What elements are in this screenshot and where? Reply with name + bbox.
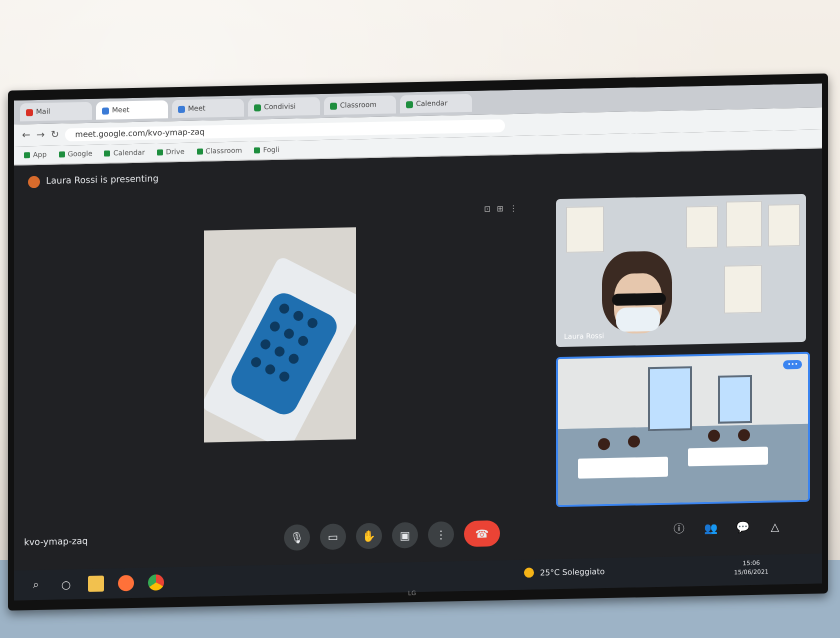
bookmark-icon: [58, 151, 65, 158]
bookmark-item[interactable]: Drive: [156, 147, 185, 157]
bookmark-item[interactable]: Classroom: [196, 146, 243, 156]
bookmark-label: Fogli: [263, 145, 280, 155]
taskbar-clock[interactable]: 15:06 15/06/2021: [734, 559, 769, 578]
tab-favicon-icon: [254, 103, 261, 111]
browser-tab[interactable]: Condivisi: [248, 97, 320, 117]
browser-tab[interactable]: Mail: [20, 101, 92, 122]
tab-label: Condivisi: [264, 102, 296, 112]
participant-tile-classroom[interactable]: •••: [556, 351, 810, 508]
search-icon[interactable]: ⌕: [28, 577, 44, 593]
people-icon[interactable]: 👥: [701, 518, 721, 538]
tab-favicon-icon: [26, 108, 33, 116]
back-icon[interactable]: ←: [22, 130, 30, 141]
tab-label: Calendar: [416, 99, 448, 109]
camera-button[interactable]: ▭: [320, 523, 346, 551]
browser-tab[interactable]: Calendar: [400, 93, 472, 114]
clock-date: 15/06/2021: [734, 568, 769, 577]
presenter-avatar: [28, 175, 40, 189]
bookmark-icon: [196, 148, 203, 155]
participant-tiles: Laura Rossi •••: [556, 193, 810, 529]
hangup-button[interactable]: ☎: [464, 520, 500, 548]
present-button[interactable]: ▣: [392, 522, 418, 549]
bookmark-icon: [104, 150, 111, 157]
tv-brand-logo: LG: [408, 590, 416, 598]
weather-text: 25°C Soleggiato: [540, 566, 605, 577]
folder-icon[interactable]: [88, 575, 104, 592]
raise-hand-button[interactable]: ✋: [356, 522, 382, 550]
tab-favicon-icon: [102, 106, 109, 115]
side-controls: ⓘ 👥 💬 △: [669, 516, 785, 538]
tab-label: Meet: [188, 104, 206, 113]
browser-tab[interactable]: Meet: [96, 100, 168, 120]
bookmark-label: Google: [67, 149, 93, 159]
bookmark-label: Calendar: [113, 148, 145, 158]
tab-favicon-icon: [406, 100, 413, 108]
browser-tab[interactable]: Meet: [172, 98, 244, 119]
television: Mail Meet Meet Condivisi Classroom Calendar ←…: [8, 73, 828, 611]
weather-widget[interactable]: 25°C Soleggiato: [524, 566, 605, 578]
presentation-area: ⊡⊞⋮: [24, 191, 544, 482]
bookmark-item[interactable]: Fogli: [254, 146, 279, 155]
participant-mask: [616, 306, 660, 332]
tile-badge: •••: [783, 359, 802, 370]
tab-label: Mail: [36, 107, 51, 117]
shared-photo: [204, 227, 356, 443]
browser-tab[interactable]: Classroom: [324, 95, 396, 115]
bookmark-icon: [24, 152, 30, 159]
tv-screen: Mail Meet Meet Condivisi Classroom Calendar ←…: [14, 83, 822, 601]
presenting-banner: Laura Rossi is presenting: [28, 173, 159, 189]
presenting-text: Laura Rossi is presenting: [46, 174, 159, 187]
reload-icon[interactable]: ↻: [51, 129, 59, 140]
tab-favicon-icon: [178, 105, 185, 113]
meeting-code: kvo-ymap-zaq: [24, 536, 88, 549]
bookmark-icon: [254, 147, 261, 154]
bookmark-label: App: [33, 150, 47, 160]
taskview-icon[interactable]: ○: [58, 576, 74, 592]
bookmark-item[interactable]: Calendar: [104, 148, 145, 158]
tab-label: Classroom: [340, 100, 377, 110]
mic-button[interactable]: 🎙: [284, 524, 310, 551]
participant-name: Laura Rossi: [564, 332, 605, 341]
tab-label: Meet: [112, 106, 130, 115]
bookmark-item[interactable]: App: [24, 151, 47, 159]
activities-icon[interactable]: △: [765, 516, 785, 536]
chrome-icon[interactable]: [148, 574, 164, 591]
sun-icon: [524, 567, 534, 578]
info-icon[interactable]: ⓘ: [669, 518, 689, 538]
forward-icon[interactable]: →: [36, 129, 44, 140]
presentation-controls[interactable]: ⊡⊞⋮: [484, 204, 523, 214]
call-controls: 🎙 ▭ ✋ ▣ ⋮ ☎: [284, 520, 500, 551]
bookmark-label: Drive: [165, 147, 185, 157]
bookmark-label: Classroom: [205, 146, 243, 156]
windows-taskbar: ⌕ ○: [14, 553, 822, 601]
more-options-button[interactable]: ⋮: [428, 521, 454, 548]
chat-icon[interactable]: 💬: [733, 517, 753, 537]
participant-tile-laura[interactable]: Laura Rossi: [556, 193, 806, 348]
firefox-icon[interactable]: [118, 574, 134, 592]
participant-glasses: [612, 292, 666, 306]
bookmark-icon: [156, 149, 163, 156]
tab-favicon-icon: [330, 102, 337, 110]
bookmark-item[interactable]: Google: [58, 149, 93, 159]
